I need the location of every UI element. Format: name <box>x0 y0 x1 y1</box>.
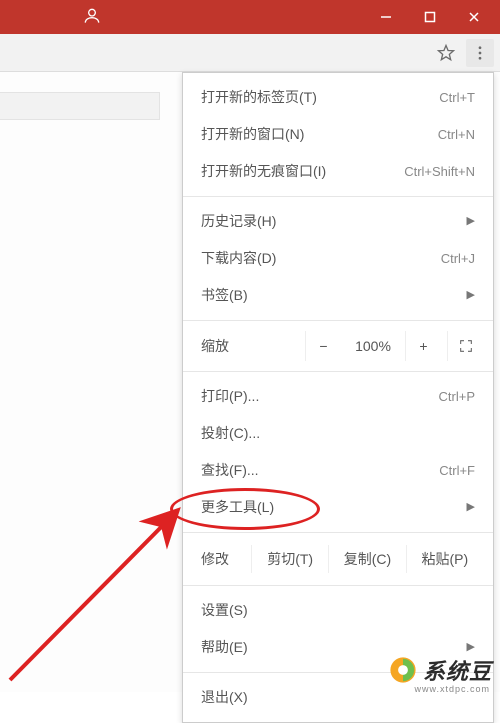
watermark-text: 系统豆 <box>423 654 492 686</box>
menu-item-more-tools[interactable]: 更多工具(L) ▶ <box>183 489 493 526</box>
menu-shortcut: Ctrl+T <box>439 88 475 108</box>
menu-label: 打开新的无痕窗口(I) <box>201 161 326 182</box>
menu-label: 查找(F)... <box>201 460 259 481</box>
menu-item-new-window[interactable]: 打开新的窗口(N) Ctrl+N <box>183 116 493 153</box>
browser-toolbar <box>0 34 500 72</box>
main-menu-dropdown: 打开新的标签页(T) Ctrl+T 打开新的窗口(N) Ctrl+N 打开新的无… <box>182 72 494 723</box>
menu-item-cast[interactable]: 投射(C)... <box>183 415 493 452</box>
watermark-url: www.xtdpc.com <box>414 684 490 694</box>
zoom-out-button[interactable]: − <box>305 331 341 361</box>
profile-avatar-icon[interactable] <box>82 6 104 28</box>
menu-label: 设置(S) <box>201 600 248 621</box>
zoom-value: 100% <box>347 338 399 354</box>
menu-label: 历史记录(H) <box>201 211 276 232</box>
menu-shortcut: Ctrl+N <box>438 125 475 145</box>
menu-separator <box>183 532 493 533</box>
menu-shortcut: Ctrl+Shift+N <box>404 162 475 182</box>
fullscreen-button[interactable] <box>447 331 483 361</box>
menu-shortcut: Ctrl+P <box>439 387 475 407</box>
menu-item-print[interactable]: 打印(P)... Ctrl+P <box>183 378 493 415</box>
menu-item-new-tab[interactable]: 打开新的标签页(T) Ctrl+T <box>183 79 493 116</box>
menu-label: 帮助(E) <box>201 637 248 658</box>
bookmark-star-icon[interactable] <box>432 39 460 67</box>
chevron-right-icon: ▶ <box>467 499 475 516</box>
menu-label: 下载内容(D) <box>201 248 276 269</box>
paste-button[interactable]: 粘贴(P) <box>406 545 483 573</box>
bookmark-bar-strip <box>0 92 160 120</box>
cut-button[interactable]: 剪切(T) <box>251 545 328 573</box>
menu-label: 打开新的标签页(T) <box>201 87 317 108</box>
menu-item-zoom: 缩放 − 100% + <box>183 327 493 365</box>
close-button[interactable] <box>452 0 496 34</box>
menu-label: 更多工具(L) <box>201 497 274 518</box>
menu-separator <box>183 196 493 197</box>
menu-item-edit: 修改 剪切(T) 复制(C) 粘贴(P) <box>183 539 493 579</box>
menu-shortcut: Ctrl+F <box>439 461 475 481</box>
menu-item-settings[interactable]: 设置(S) <box>183 592 493 629</box>
menu-label: 打印(P)... <box>201 386 259 407</box>
zoom-label: 缩放 <box>201 336 247 356</box>
watermark-logo-icon <box>389 656 417 684</box>
menu-label: 投射(C)... <box>201 423 260 444</box>
menu-label: 退出(X) <box>201 687 248 708</box>
window-titlebar <box>0 0 500 34</box>
zoom-in-button[interactable]: + <box>405 331 441 361</box>
menu-separator <box>183 371 493 372</box>
menu-item-downloads[interactable]: 下载内容(D) Ctrl+J <box>183 240 493 277</box>
minimize-button[interactable] <box>364 0 408 34</box>
menu-label: 打开新的窗口(N) <box>201 124 304 145</box>
menu-item-bookmarks[interactable]: 书签(B) ▶ <box>183 277 493 314</box>
menu-item-new-incognito[interactable]: 打开新的无痕窗口(I) Ctrl+Shift+N <box>183 153 493 190</box>
maximize-button[interactable] <box>408 0 452 34</box>
menu-separator <box>183 320 493 321</box>
edit-label: 修改 <box>201 549 251 569</box>
menu-item-find[interactable]: 查找(F)... Ctrl+F <box>183 452 493 489</box>
menu-kebab-icon[interactable] <box>466 39 494 67</box>
watermark: 系统豆 <box>389 654 492 686</box>
copy-button[interactable]: 复制(C) <box>328 545 405 573</box>
menu-separator <box>183 585 493 586</box>
menu-shortcut: Ctrl+J <box>441 249 475 269</box>
chevron-right-icon: ▶ <box>467 287 475 304</box>
chevron-right-icon: ▶ <box>467 213 475 230</box>
menu-item-history[interactable]: 历史记录(H) ▶ <box>183 203 493 240</box>
menu-label: 书签(B) <box>201 285 248 306</box>
